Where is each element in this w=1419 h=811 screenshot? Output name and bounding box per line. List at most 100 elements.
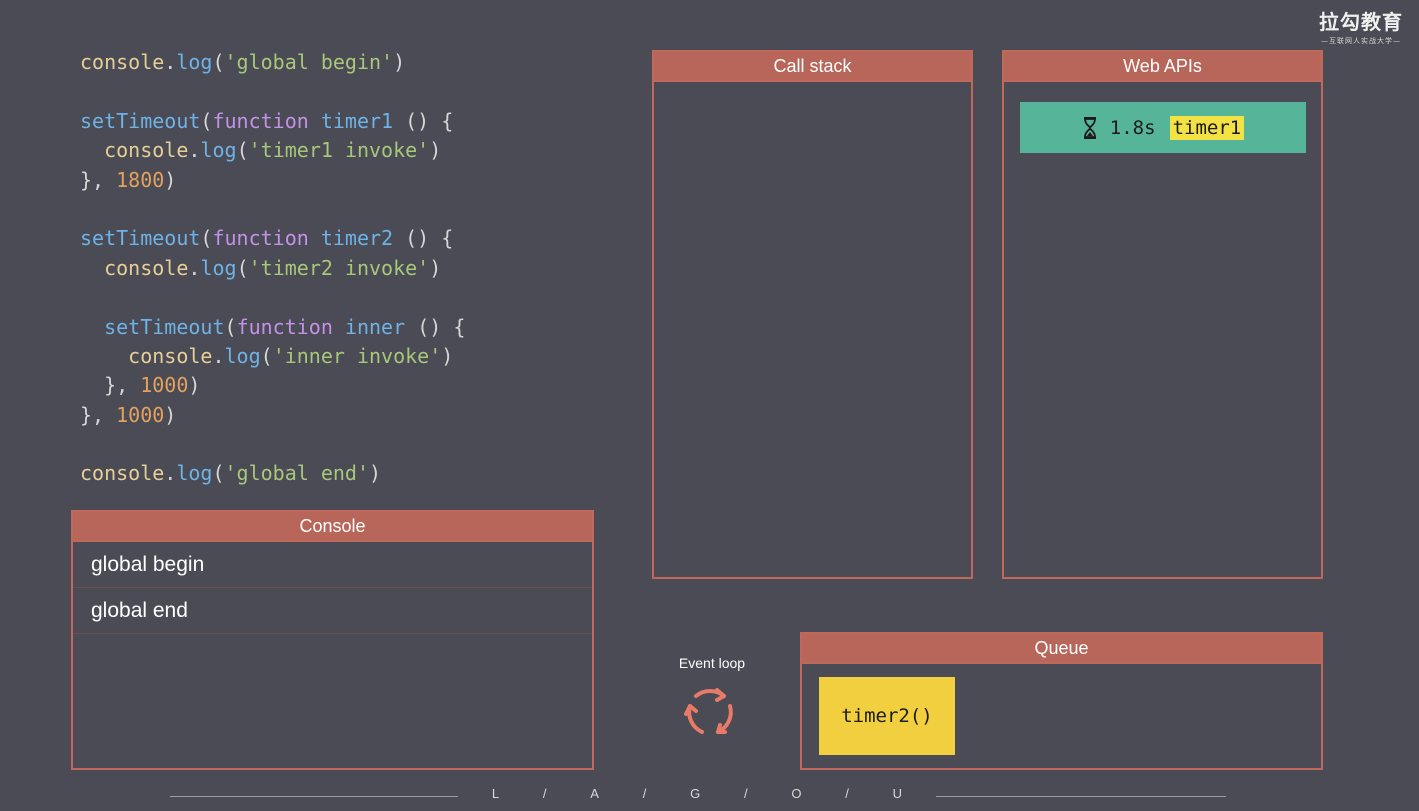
- code-token: 'timer1 invoke': [248, 138, 430, 163]
- code-token: console: [80, 461, 165, 486]
- code-token: (: [200, 108, 213, 133]
- footer-letter: /: [542, 786, 547, 801]
- code-token: },: [80, 402, 117, 427]
- code-line: setTimeout(function inner () {: [80, 313, 465, 342]
- web-apis-title: Web APIs: [1004, 52, 1321, 82]
- code-line: console.log('global end'): [80, 459, 465, 488]
- web-api-timer-item: 1.8s timer1: [1020, 102, 1306, 153]
- code-token: () {: [393, 226, 454, 251]
- footer-letter: /: [845, 786, 849, 801]
- code-token: },: [80, 167, 117, 192]
- queue-item-timer2: timer2(): [819, 677, 955, 755]
- code-token: setTimeout: [80, 226, 201, 251]
- code-token: ): [164, 402, 177, 427]
- hourglass-icon: [1083, 116, 1096, 139]
- code-token: console: [80, 50, 165, 74]
- footer-divider-right: [936, 796, 1226, 797]
- queue-panel: Queue timer2(): [800, 632, 1323, 770]
- code-token: inner: [344, 314, 406, 339]
- code-token: 'global begin': [224, 50, 394, 74]
- code-token: log: [176, 50, 213, 74]
- footer-letter: G: [690, 786, 701, 801]
- code-token: (: [224, 314, 237, 339]
- code-token: ): [164, 167, 177, 192]
- web-apis-panel: Web APIs 1.8s timer1: [1002, 50, 1323, 579]
- call-stack-panel: Call stack: [652, 50, 973, 579]
- footer-letter: U: [892, 786, 903, 801]
- code-token: (: [212, 50, 225, 74]
- code-token: ): [393, 50, 406, 74]
- code-line: }, 1000): [80, 371, 465, 400]
- code-token: ): [429, 255, 442, 280]
- code-token: 'global end': [224, 461, 370, 486]
- code-token: 1000: [140, 373, 189, 398]
- code-token: log: [200, 138, 237, 163]
- event-loop-label: Event loop: [678, 655, 746, 671]
- code-line: setTimeout(function timer2 () {: [80, 224, 465, 253]
- code-line: console.log('timer2 invoke'): [80, 254, 465, 283]
- footer-letter: O: [791, 786, 802, 801]
- code-token: .: [164, 461, 177, 486]
- lagou-logo: 拉勾教育 —互联网人实战大学—: [1308, 6, 1414, 46]
- footer-letter: /: [743, 786, 748, 801]
- code-token: (: [212, 461, 225, 486]
- code-token: 1800: [116, 167, 165, 192]
- code-token: 'timer2 invoke': [248, 255, 430, 280]
- code-token: .: [164, 50, 177, 74]
- code-token: function: [212, 108, 309, 133]
- code-line: setTimeout(function timer1 () {: [80, 107, 465, 136]
- call-stack-title: Call stack: [654, 52, 971, 82]
- code-token: (: [200, 226, 213, 251]
- code-token: (: [236, 138, 249, 163]
- code-line: }, 1000): [80, 401, 465, 430]
- code-token: 1000: [116, 402, 165, 427]
- code-token: .: [188, 138, 201, 163]
- code-line: console.log('global begin'): [80, 48, 465, 77]
- code-token: timer2: [320, 226, 394, 251]
- code-token: ): [369, 461, 382, 486]
- code-token: (: [236, 255, 249, 280]
- footer-divider-left: [170, 796, 458, 797]
- code-token: console: [128, 343, 213, 368]
- code-line: console.log('inner invoke'): [80, 342, 465, 371]
- code-token: log: [200, 255, 237, 280]
- code-token: setTimeout: [104, 314, 225, 339]
- console-title: Console: [73, 512, 592, 542]
- code-line: }, 1800): [80, 166, 465, 195]
- footer-brand: L / A / G / O / U: [470, 786, 924, 801]
- footer-letter: /: [642, 786, 647, 801]
- code-token: 'inner invoke': [272, 343, 442, 368]
- code-token: function: [212, 226, 309, 251]
- code-token: ): [441, 343, 454, 368]
- code-token: (: [260, 343, 273, 368]
- code-token: timer1: [320, 108, 394, 133]
- web-api-timer-duration: 1.8s: [1109, 116, 1156, 139]
- queue-title: Queue: [802, 634, 1321, 664]
- web-api-timer-name: timer1: [1169, 115, 1245, 140]
- code-token: console: [104, 138, 189, 163]
- code-token: () {: [393, 108, 454, 133]
- code-token: () {: [405, 314, 466, 339]
- code-token: .: [188, 255, 201, 280]
- code-token: log: [176, 461, 213, 486]
- console-line: global begin: [73, 542, 592, 588]
- code-token: },: [80, 373, 141, 398]
- code-block: console.log('global begin') setTimeout(f…: [80, 48, 465, 489]
- code-token: ): [429, 138, 442, 163]
- logo-sub-text: —互联网人实战大学—: [1321, 37, 1401, 45]
- refresh-cycle-icon: [684, 688, 733, 734]
- code-token: function: [236, 314, 333, 339]
- logo-main-text: 拉勾教育: [1319, 10, 1403, 34]
- code-line: console.log('timer1 invoke'): [80, 136, 465, 165]
- console-line: global end: [73, 588, 592, 634]
- footer-letter: A: [590, 786, 599, 801]
